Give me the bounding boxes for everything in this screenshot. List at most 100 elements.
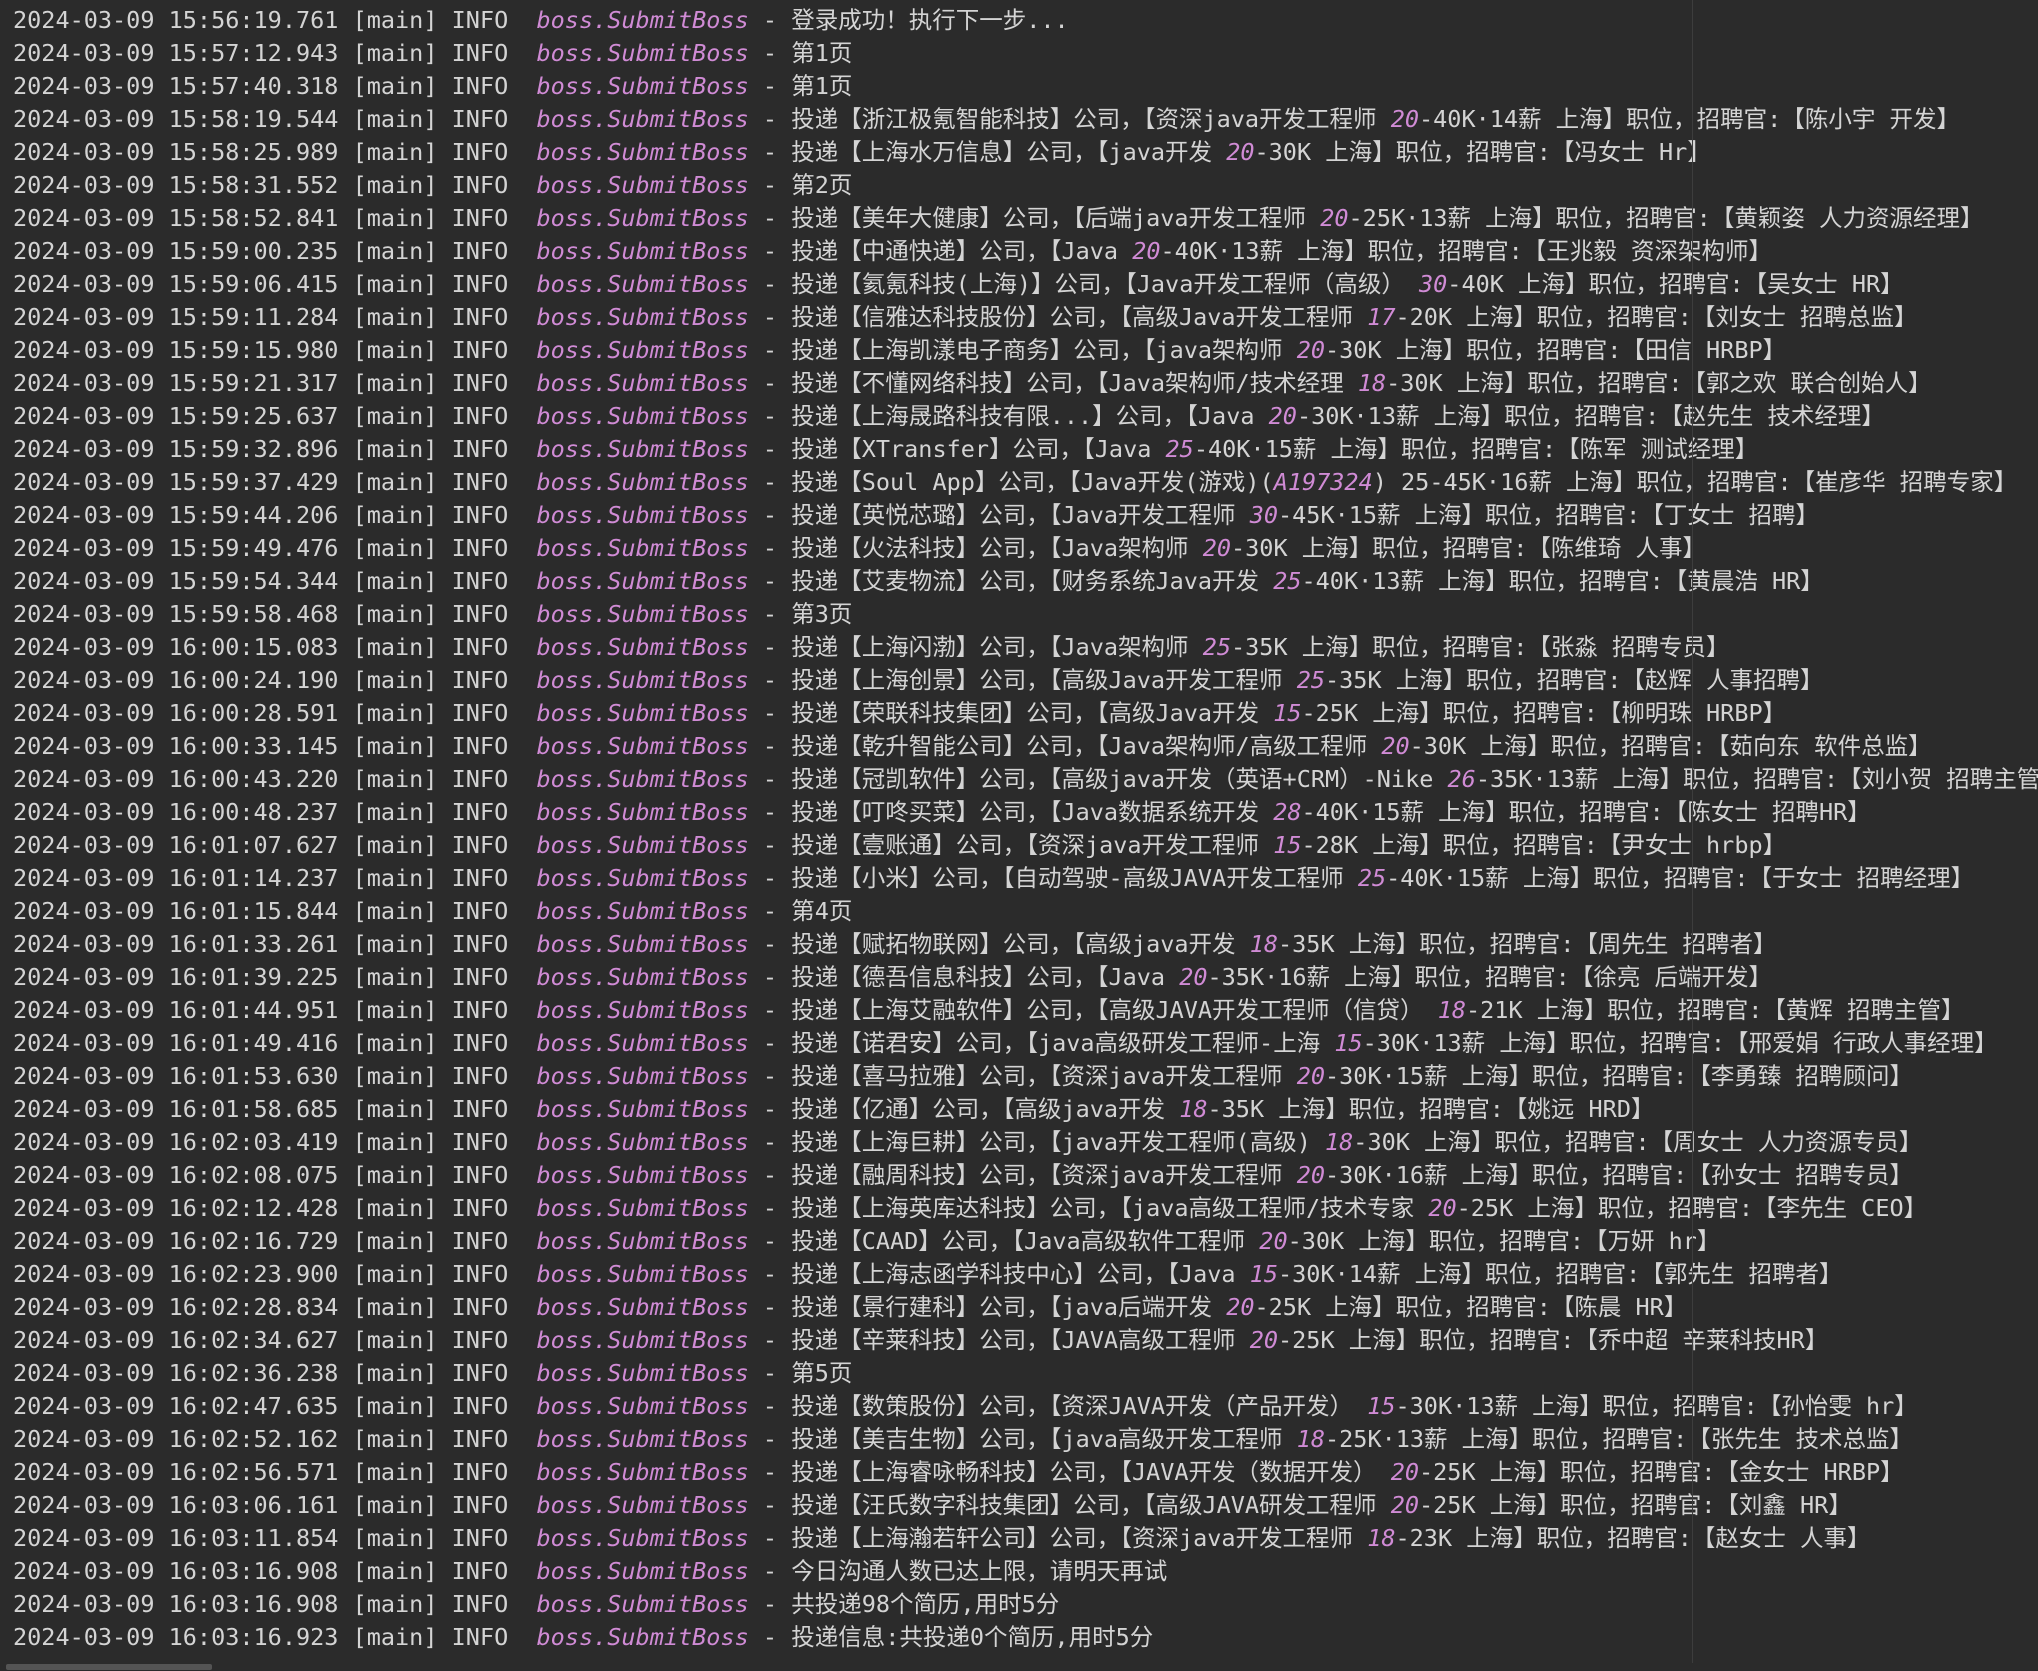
- log-logger-name[interactable]: boss.SubmitBoss: [537, 171, 749, 199]
- log-logger-name[interactable]: boss.SubmitBoss: [537, 237, 749, 265]
- log-message: 投递【上海闪渤】公司，【Java架构师: [791, 633, 1203, 661]
- log-logger-name[interactable]: boss.SubmitBoss: [537, 468, 749, 496]
- log-thread: [main]: [353, 831, 438, 859]
- horizontal-scrollbar-thumb[interactable]: [6, 1664, 212, 1670]
- log-logger-name[interactable]: boss.SubmitBoss: [537, 1458, 749, 1486]
- log-separator: -: [749, 1293, 791, 1321]
- log-logger-name[interactable]: boss.SubmitBoss: [537, 138, 749, 166]
- log-timestamp: 2024-03-09 16:03:16.923: [13, 1623, 338, 1651]
- log-logger-name[interactable]: boss.SubmitBoss: [537, 105, 749, 133]
- log-level: INFO: [452, 1590, 509, 1618]
- log-logger-name[interactable]: boss.SubmitBoss: [537, 6, 749, 34]
- log-logger-name[interactable]: boss.SubmitBoss: [537, 798, 749, 826]
- log-timestamp: 2024-03-09 16:02:47.635: [13, 1392, 338, 1420]
- log-message: 投递【不懂网络科技】公司，【Java架构师/技术经理: [791, 369, 1358, 397]
- log-logger-name[interactable]: boss.SubmitBoss: [537, 963, 749, 991]
- log-timestamp: 2024-03-09 15:59:21.317: [13, 369, 338, 397]
- log-separator: -: [749, 633, 791, 661]
- log-logger-name[interactable]: boss.SubmitBoss: [537, 666, 749, 694]
- log-logger-name[interactable]: boss.SubmitBoss: [537, 1524, 749, 1552]
- horizontal-scrollbar[interactable]: [0, 1663, 2038, 1671]
- log-logger-name[interactable]: boss.SubmitBoss: [537, 1392, 749, 1420]
- log-logger-name[interactable]: boss.SubmitBoss: [537, 1359, 749, 1387]
- log-separator: -: [749, 72, 791, 100]
- log-thread: [main]: [353, 1458, 438, 1486]
- log-line: 2024-03-09 16:02:52.162 [main] INFO boss…: [13, 1423, 2038, 1456]
- log-logger-name[interactable]: boss.SubmitBoss: [537, 1326, 749, 1354]
- log-separator: -: [749, 39, 791, 67]
- log-level: INFO: [452, 336, 509, 364]
- log-logger-name[interactable]: boss.SubmitBoss: [537, 633, 749, 661]
- log-separator: -: [749, 171, 791, 199]
- log-logger-name[interactable]: boss.SubmitBoss: [537, 1095, 749, 1123]
- log-message: 投递【上海志函学科技中心】公司，【Java: [791, 1260, 1250, 1288]
- log-logger-name[interactable]: boss.SubmitBoss: [537, 1029, 749, 1057]
- log-logger-name[interactable]: boss.SubmitBoss: [537, 534, 749, 562]
- log-logger-name[interactable]: boss.SubmitBoss: [537, 1194, 749, 1222]
- log-message-tail: -30K 上海】职位，招聘官:【茹向东 软件总监】: [1410, 732, 1932, 760]
- log-logger-name[interactable]: boss.SubmitBoss: [537, 765, 749, 793]
- log-logger-name[interactable]: boss.SubmitBoss: [537, 204, 749, 232]
- log-logger-name[interactable]: boss.SubmitBoss: [537, 1557, 749, 1585]
- log-level: INFO: [452, 1524, 509, 1552]
- log-thread: [main]: [353, 930, 438, 958]
- log-timestamp: 2024-03-09 16:02:12.428: [13, 1194, 338, 1222]
- log-message-tail: -30K·14薪 上海】职位，招聘官:【郭先生 招聘者】: [1278, 1260, 1842, 1288]
- log-message-tail: -35K·13薪 上海】职位，招聘官:【刘小贺 招聘主管】: [1476, 765, 2038, 793]
- log-logger-name[interactable]: boss.SubmitBoss: [537, 1293, 749, 1321]
- log-timestamp: 2024-03-09 16:01:07.627: [13, 831, 338, 859]
- log-logger-name[interactable]: boss.SubmitBoss: [537, 699, 749, 727]
- log-timestamp: 2024-03-09 16:03:06.161: [13, 1491, 338, 1519]
- log-logger-name[interactable]: boss.SubmitBoss: [537, 831, 749, 859]
- log-logger-name[interactable]: boss.SubmitBoss: [537, 600, 749, 628]
- log-separator: -: [749, 1326, 791, 1354]
- log-separator: -: [749, 1491, 791, 1519]
- log-line: 2024-03-09 16:01:07.627 [main] INFO boss…: [13, 829, 2038, 862]
- log-separator: -: [749, 666, 791, 694]
- log-timestamp: 2024-03-09 15:57:12.943: [13, 39, 338, 67]
- log-logger-name[interactable]: boss.SubmitBoss: [537, 39, 749, 67]
- log-logger-name[interactable]: boss.SubmitBoss: [537, 1491, 749, 1519]
- log-timestamp: 2024-03-09 16:02:16.729: [13, 1227, 338, 1255]
- log-line: 2024-03-09 16:02:12.428 [main] INFO boss…: [13, 1192, 2038, 1225]
- log-logger-name[interactable]: boss.SubmitBoss: [537, 1590, 749, 1618]
- log-logger-name[interactable]: boss.SubmitBoss: [537, 72, 749, 100]
- log-level: INFO: [452, 732, 509, 760]
- log-logger-name[interactable]: boss.SubmitBoss: [537, 732, 749, 760]
- log-logger-name[interactable]: boss.SubmitBoss: [537, 897, 749, 925]
- log-level: INFO: [452, 72, 509, 100]
- log-message: 投递【数策股份】公司，【资深JAVA开发（产品开发）: [791, 1392, 1367, 1420]
- log-logger-name[interactable]: boss.SubmitBoss: [537, 1062, 749, 1090]
- log-line: 2024-03-09 15:59:58.468 [main] INFO boss…: [13, 598, 2038, 631]
- log-logger-name[interactable]: boss.SubmitBoss: [537, 369, 749, 397]
- log-thread: [main]: [353, 171, 438, 199]
- log-logger-name[interactable]: boss.SubmitBoss: [537, 1227, 749, 1255]
- log-line: 2024-03-09 16:00:28.591 [main] INFO boss…: [13, 697, 2038, 730]
- log-level: INFO: [452, 1425, 509, 1453]
- log-logger-name[interactable]: boss.SubmitBoss: [537, 270, 749, 298]
- log-thread: [main]: [353, 435, 438, 463]
- log-logger-name[interactable]: boss.SubmitBoss: [537, 996, 749, 1024]
- log-message: 投递【美吉生物】公司，【java高级开发工程师: [791, 1425, 1297, 1453]
- log-logger-name[interactable]: boss.SubmitBoss: [537, 930, 749, 958]
- log-message-tail: -45K·15薪 上海】职位，招聘官:【丁女士 招聘】: [1278, 501, 1819, 529]
- log-logger-name[interactable]: boss.SubmitBoss: [537, 336, 749, 364]
- log-logger-name[interactable]: boss.SubmitBoss: [537, 1623, 749, 1651]
- log-message-tail: -35K 上海】职位，招聘官:【赵辉 人事招聘】: [1325, 666, 1824, 694]
- log-message-tail: -35K 上海】职位，招聘官:【姚远 HRD】: [1208, 1095, 1655, 1123]
- log-level: INFO: [452, 765, 509, 793]
- log-highlighted-number: 26: [1448, 765, 1476, 793]
- log-logger-name[interactable]: boss.SubmitBoss: [537, 1161, 749, 1189]
- log-highlighted-number: 20: [1381, 732, 1409, 760]
- log-logger-name[interactable]: boss.SubmitBoss: [537, 1128, 749, 1156]
- log-logger-name[interactable]: boss.SubmitBoss: [537, 303, 749, 331]
- log-separator: -: [749, 303, 791, 331]
- log-logger-name[interactable]: boss.SubmitBoss: [537, 501, 749, 529]
- log-logger-name[interactable]: boss.SubmitBoss: [537, 402, 749, 430]
- log-logger-name[interactable]: boss.SubmitBoss: [537, 1260, 749, 1288]
- log-logger-name[interactable]: boss.SubmitBoss: [537, 567, 749, 595]
- log-separator: -: [749, 336, 791, 364]
- log-logger-name[interactable]: boss.SubmitBoss: [537, 864, 749, 892]
- log-logger-name[interactable]: boss.SubmitBoss: [537, 435, 749, 463]
- log-logger-name[interactable]: boss.SubmitBoss: [537, 1425, 749, 1453]
